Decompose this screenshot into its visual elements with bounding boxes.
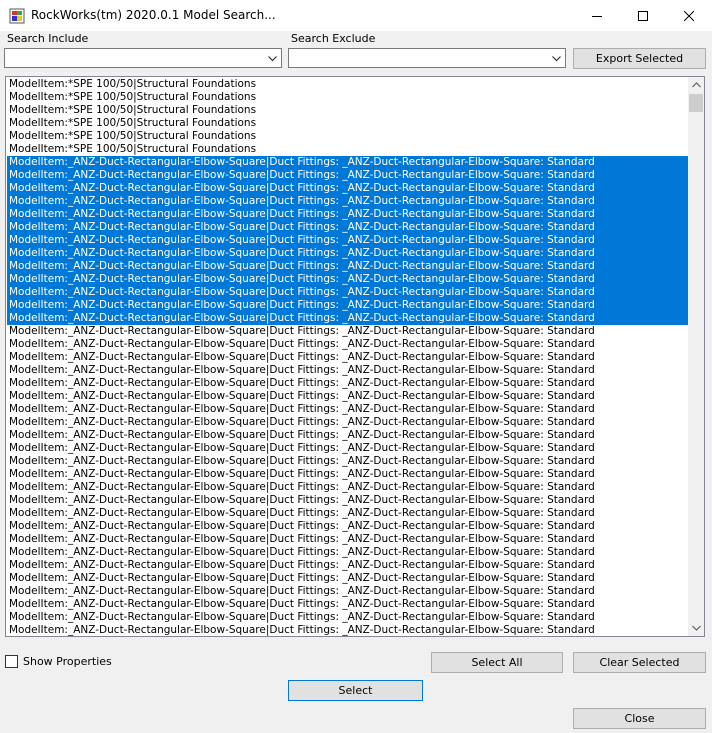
list-item[interactable]: ModelItem:_ANZ-Duct-Rectangular-Elbow-Sq… <box>7 338 689 351</box>
list-item[interactable]: ModelItem:_ANZ-Duct-Rectangular-Elbow-Sq… <box>7 546 689 559</box>
chevron-down-icon <box>691 625 701 631</box>
close-button[interactable]: Close <box>573 708 706 729</box>
results-listbox[interactable]: ModelItem:*SPE 100/50|Structural Foundat… <box>5 76 705 637</box>
app-icon <box>9 8 25 24</box>
list-item[interactable]: ModelItem:_ANZ-Duct-Rectangular-Elbow-Sq… <box>7 364 689 377</box>
minimize-button[interactable] <box>574 0 620 31</box>
list-item[interactable]: ModelItem:_ANZ-Duct-Rectangular-Elbow-Sq… <box>7 572 689 585</box>
list-item[interactable]: ModelItem:*SPE 100/50|Structural Foundat… <box>7 117 689 130</box>
maximize-button[interactable] <box>620 0 666 31</box>
chevron-down-icon <box>268 56 277 62</box>
list-item[interactable]: ModelItem:_ANZ-Duct-Rectangular-Elbow-Sq… <box>7 481 689 494</box>
list-item[interactable]: ModelItem:_ANZ-Duct-Rectangular-Elbow-Sq… <box>7 195 689 208</box>
list-item[interactable]: ModelItem:_ANZ-Duct-Rectangular-Elbow-Sq… <box>7 247 689 260</box>
list-item[interactable]: ModelItem:_ANZ-Duct-Rectangular-Elbow-Sq… <box>7 598 689 611</box>
list-item[interactable]: ModelItem:_ANZ-Duct-Rectangular-Elbow-Sq… <box>7 468 689 481</box>
list-item[interactable]: ModelItem:_ANZ-Duct-Rectangular-Elbow-Sq… <box>7 585 689 598</box>
list-item[interactable]: ModelItem:_ANZ-Duct-Rectangular-Elbow-Sq… <box>7 286 689 299</box>
list-item[interactable]: ModelItem:_ANZ-Duct-Rectangular-Elbow-Sq… <box>7 494 689 507</box>
list-item[interactable]: ModelItem:_ANZ-Duct-Rectangular-Elbow-Sq… <box>7 403 689 416</box>
list-item[interactable]: ModelItem:_ANZ-Duct-Rectangular-Elbow-Sq… <box>7 260 689 273</box>
scroll-up-button[interactable] <box>688 77 704 93</box>
title-bar[interactable]: RockWorks(tm) 2020.0.1 Model Search... <box>0 0 712 31</box>
list-item[interactable]: ModelItem:*SPE 100/50|Structural Foundat… <box>7 78 689 91</box>
search-exclude-combo[interactable] <box>288 48 566 68</box>
select-button[interactable]: Select <box>288 680 423 701</box>
list-item[interactable]: ModelItem:*SPE 100/50|Structural Foundat… <box>7 130 689 143</box>
chevron-up-icon <box>691 82 701 88</box>
list-item[interactable]: ModelItem:_ANZ-Duct-Rectangular-Elbow-Sq… <box>7 520 689 533</box>
list-item[interactable]: ModelItem:_ANZ-Duct-Rectangular-Elbow-Sq… <box>7 156 689 169</box>
list-item[interactable]: ModelItem:_ANZ-Duct-Rectangular-Elbow-Sq… <box>7 559 689 572</box>
list-item[interactable]: ModelItem:_ANZ-Duct-Rectangular-Elbow-Sq… <box>7 234 689 247</box>
list-item[interactable]: ModelItem:_ANZ-Duct-Rectangular-Elbow-Sq… <box>7 533 689 546</box>
list-item[interactable]: ModelItem:_ANZ-Duct-Rectangular-Elbow-Sq… <box>7 624 689 636</box>
search-exclude-label: Search Exclude <box>291 32 376 45</box>
list-item[interactable]: ModelItem:_ANZ-Duct-Rectangular-Elbow-Sq… <box>7 611 689 624</box>
results-list: ModelItem:*SPE 100/50|Structural Foundat… <box>7 78 689 636</box>
window-title: RockWorks(tm) 2020.0.1 Model Search... <box>31 8 276 22</box>
list-item[interactable]: ModelItem:_ANZ-Duct-Rectangular-Elbow-Sq… <box>7 507 689 520</box>
scroll-down-button[interactable] <box>688 620 704 636</box>
chevron-down-icon <box>552 56 561 62</box>
list-item[interactable]: ModelItem:*SPE 100/50|Structural Foundat… <box>7 143 689 156</box>
list-item[interactable]: ModelItem:_ANZ-Duct-Rectangular-Elbow-Sq… <box>7 416 689 429</box>
show-properties-checkbox[interactable] <box>5 655 18 668</box>
clear-selected-button[interactable]: Clear Selected <box>573 652 706 673</box>
maximize-icon <box>638 10 648 21</box>
close-window-button[interactable] <box>666 0 712 31</box>
minimize-icon <box>592 15 602 17</box>
list-item[interactable]: ModelItem:_ANZ-Duct-Rectangular-Elbow-Sq… <box>7 182 689 195</box>
list-item[interactable]: ModelItem:_ANZ-Duct-Rectangular-Elbow-Sq… <box>7 390 689 403</box>
list-item[interactable]: ModelItem:_ANZ-Duct-Rectangular-Elbow-Sq… <box>7 221 689 234</box>
vertical-scrollbar[interactable] <box>688 77 704 636</box>
close-icon <box>684 10 694 21</box>
search-include-label: Search Include <box>7 32 89 45</box>
select-all-button[interactable]: Select All <box>431 652 563 673</box>
show-properties-label[interactable]: Show Properties <box>23 655 112 668</box>
list-item[interactable]: ModelItem:_ANZ-Duct-Rectangular-Elbow-Sq… <box>7 429 689 442</box>
list-item[interactable]: ModelItem:*SPE 100/50|Structural Foundat… <box>7 91 689 104</box>
scroll-thumb[interactable] <box>689 94 703 112</box>
list-item[interactable]: ModelItem:_ANZ-Duct-Rectangular-Elbow-Sq… <box>7 455 689 468</box>
list-item[interactable]: ModelItem:_ANZ-Duct-Rectangular-Elbow-Sq… <box>7 169 689 182</box>
list-item[interactable]: ModelItem:_ANZ-Duct-Rectangular-Elbow-Sq… <box>7 299 689 312</box>
list-item[interactable]: ModelItem:_ANZ-Duct-Rectangular-Elbow-Sq… <box>7 208 689 221</box>
list-item[interactable]: ModelItem:_ANZ-Duct-Rectangular-Elbow-Sq… <box>7 273 689 286</box>
list-item[interactable]: ModelItem:*SPE 100/50|Structural Foundat… <box>7 104 689 117</box>
search-include-combo[interactable] <box>4 48 282 68</box>
list-item[interactable]: ModelItem:_ANZ-Duct-Rectangular-Elbow-Sq… <box>7 442 689 455</box>
export-selected-button[interactable]: Export Selected <box>573 48 706 69</box>
list-item[interactable]: ModelItem:_ANZ-Duct-Rectangular-Elbow-Sq… <box>7 312 689 325</box>
list-item[interactable]: ModelItem:_ANZ-Duct-Rectangular-Elbow-Sq… <box>7 377 689 390</box>
list-item[interactable]: ModelItem:_ANZ-Duct-Rectangular-Elbow-Sq… <box>7 351 689 364</box>
list-item[interactable]: ModelItem:_ANZ-Duct-Rectangular-Elbow-Sq… <box>7 325 689 338</box>
